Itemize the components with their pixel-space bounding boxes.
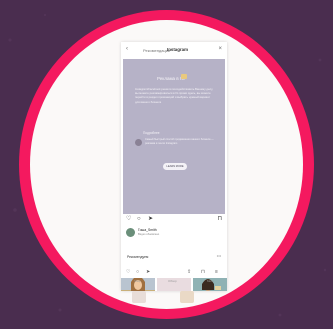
- avatar[interactable]: [126, 228, 135, 237]
- heart-icon[interactable]: ♡: [126, 216, 131, 223]
- post-body-text: Instagram/Facebook решили посодействоват…: [135, 87, 214, 104]
- menu-icon[interactable]: ≡: [215, 269, 218, 275]
- bottom-toolbar: ♡ ○ ➤ ⇪ ⊓ ≡: [121, 268, 227, 278]
- top-nav: ‹ Рекомендации Instagram ×: [121, 42, 227, 58]
- more-icon[interactable]: •••: [217, 253, 221, 258]
- post-subheading: Подробнее: [143, 131, 160, 135]
- emoji-icon: [181, 74, 187, 79]
- peek-thumbnail: [180, 291, 194, 303]
- send-icon[interactable]: ➤: [148, 216, 153, 223]
- comment-icon[interactable]: ○: [137, 216, 141, 223]
- bookmark-icon[interactable]: ⊓: [217, 216, 222, 223]
- section-title: Рекомендуем: [127, 255, 149, 259]
- post-actions: ♡ ○ ➤ ⊓: [121, 214, 227, 226]
- chevron-left-icon[interactable]: ‹: [126, 46, 128, 52]
- footer-labels: Shop Обзор More: [121, 279, 227, 287]
- account-row[interactable]: Гоша_Smith Видео обновлено: [121, 226, 227, 242]
- footer-left-label[interactable]: Shop: [134, 279, 141, 283]
- phone-screen: ‹ Рекомендации Instagram × Реклама в IG …: [121, 42, 227, 291]
- footer-right-label[interactable]: More: [207, 279, 214, 283]
- account-name[interactable]: Гоша_Smith: [138, 228, 157, 232]
- ad-post-image[interactable]: Реклама в IG Instagram/Facebook решили п…: [123, 59, 225, 214]
- avatar: [135, 139, 142, 146]
- bookmark-icon[interactable]: ⊓: [201, 269, 205, 275]
- comment-icon[interactable]: ○: [136, 269, 139, 275]
- screen-title: Instagram: [167, 47, 188, 52]
- post-quote-text: Самый быстрый способ продвижения вашего …: [145, 138, 214, 145]
- close-icon[interactable]: ×: [218, 46, 222, 52]
- peek-thumbnail: [132, 291, 146, 303]
- footer-center-label[interactable]: Обзор: [168, 279, 177, 283]
- share-icon[interactable]: ⇪: [187, 269, 191, 275]
- heart-icon[interactable]: ♡: [126, 269, 130, 275]
- learn-more-button[interactable]: LEARN MORE: [163, 163, 187, 170]
- account-subtitle: Видео обновлено: [138, 233, 160, 236]
- send-icon[interactable]: ➤: [146, 269, 150, 275]
